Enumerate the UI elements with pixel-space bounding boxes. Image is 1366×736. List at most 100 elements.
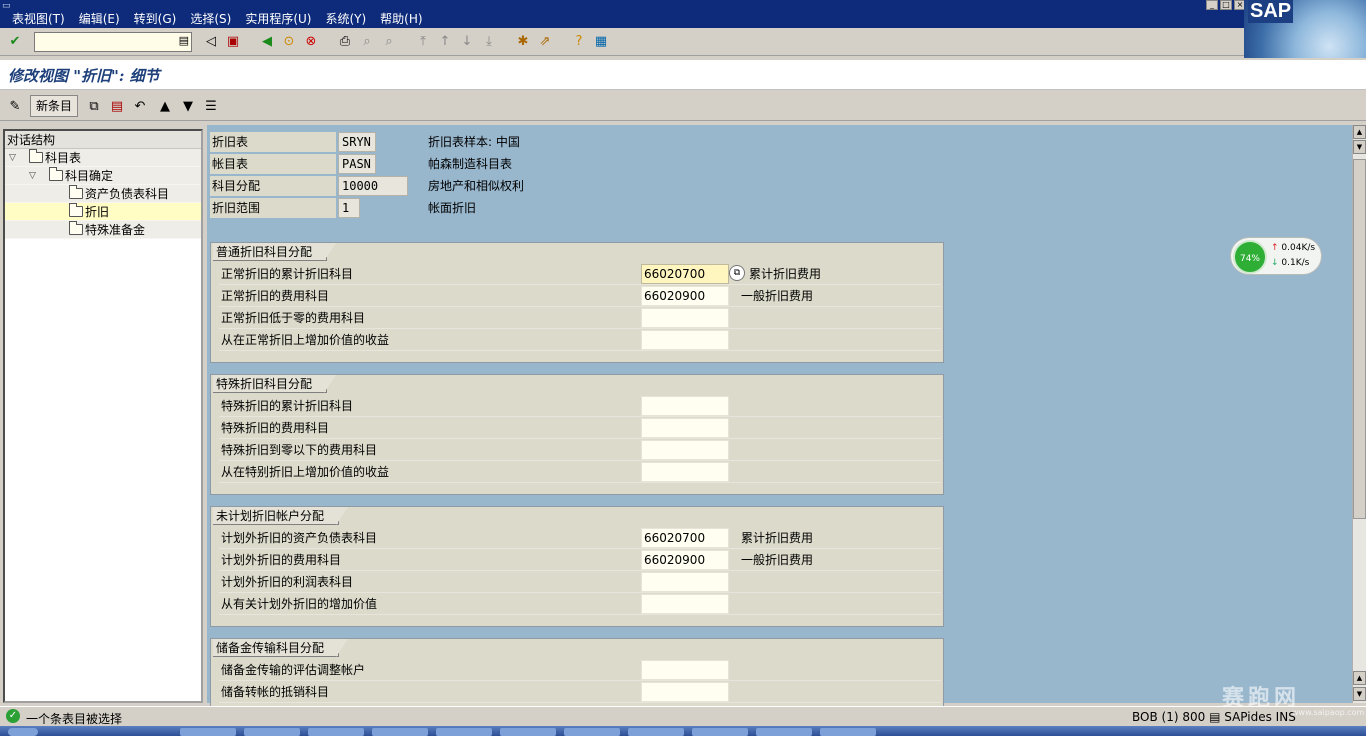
save-icon[interactable]: ▣ [224,33,242,51]
back-small-icon[interactable]: ◁ [202,33,220,51]
delete-icon[interactable]: ▤ [107,96,127,116]
print-icon[interactable]: ⎙ [336,33,354,51]
taskbar-item[interactable] [692,728,748,736]
previous-page-icon[interactable]: ↑ [436,33,454,51]
undo-change-icon[interactable]: ↶ [130,96,150,116]
minimize-icon[interactable]: _ [1206,0,1218,10]
special-below-zero-input[interactable] [641,440,729,460]
copy-as-icon[interactable]: ⧉ [84,96,104,116]
reserve-adjustment-input[interactable] [641,660,729,680]
unplanned-write-up-input[interactable] [641,594,729,614]
command-history-icon[interactable]: ▤ [179,34,189,47]
taskbar-item[interactable] [500,728,556,736]
chart-of-accounts-field[interactable]: PASN [338,154,376,174]
start-button[interactable] [8,728,38,736]
menu-item[interactable]: 系统(Y) [325,10,366,27]
unplanned-pl-account-input[interactable] [641,572,729,592]
form-row: 正常折旧的累计折旧科目 66020700 ⧉ 累计折旧费用 [219,263,941,285]
below-zero-expense-input[interactable] [641,308,729,328]
last-page-icon[interactable]: ⤓ [480,33,498,51]
taskbar-item[interactable] [372,728,428,736]
display-change-icon[interactable]: ✎ [5,96,25,116]
find-icon[interactable]: ⌕ [358,33,376,51]
account-determination-field[interactable]: 10000 [338,176,408,196]
write-up-revenue-input[interactable] [641,330,729,350]
acc-dep-account-input[interactable]: 66020700 [641,264,729,284]
menu-item[interactable]: 实用程序(U) [245,10,311,27]
download-speed: ↓ 0.1K/s [1271,258,1309,268]
new-entries-button[interactable]: 新条目 [30,95,78,117]
find-next-icon[interactable]: ⌕ [380,33,398,51]
cancel-icon[interactable]: ⊗ [302,33,320,51]
form-row: 计划外折旧的费用科目 66020900 一般折旧费用 [219,549,941,571]
taskbar-item[interactable] [308,728,364,736]
menu-item[interactable]: 表视图(T) [12,10,65,27]
taskbar-item[interactable] [564,728,620,736]
special-acc-dep-input[interactable] [641,396,729,416]
unplanned-expense-input[interactable]: 66020900 [641,550,729,570]
menu-item[interactable]: 选择(S) [190,10,231,27]
taskbar-item[interactable] [820,728,876,736]
scroll-down-icon[interactable]: ▲ [1353,671,1366,685]
taskbar-item[interactable] [756,728,812,736]
special-expense-input[interactable] [641,418,729,438]
back-icon[interactable]: ◀ [258,33,276,51]
help-icon[interactable]: ? [570,33,588,51]
variable-list-icon[interactable]: ☰ [201,96,221,116]
maximize-icon[interactable]: □ [1220,0,1232,10]
page-title: 修改视图 "折旧": 细节 [8,67,160,85]
dep-expense-account-input[interactable]: 66020900 [641,286,729,306]
field-label: 计划外折旧的利润表科目 [221,575,354,589]
field-description: 累计折旧费用 [749,267,822,281]
system-menu-icon[interactable]: ▭ [2,1,11,11]
tree-item-account-determination[interactable]: ▽ 科目确定 [5,167,201,185]
vertical-scrollbar[interactable]: ▲ ▼ ▲ ▼ [1352,125,1366,703]
previous-entry-icon[interactable]: ▲ [155,96,175,116]
network-speed-widget[interactable]: 74% ↑ 0.04K/s ↓ 0.1K/s [1230,237,1322,275]
depreciation-area-field[interactable]: 1 [338,198,360,218]
taskbar-item[interactable] [180,728,236,736]
chart-of-depreciation-field[interactable]: SRYN [338,132,376,152]
field-label: 从有关计划外折旧的增加价值 [221,597,378,611]
menu-item[interactable]: 编辑(E) [79,10,120,27]
next-page-icon[interactable]: ↓ [458,33,476,51]
exit-icon[interactable]: ⊙ [280,33,298,51]
taskbar-item[interactable] [244,728,300,736]
scroll-bottom-icon[interactable]: ▼ [1353,687,1366,701]
field-description: 一般折旧费用 [741,553,814,567]
usage-percent: 74% [1233,240,1267,274]
system-info[interactable]: BOB (1) 800 ▤ SAPides INS [1132,710,1296,724]
layout-menu-icon[interactable]: ▦ [592,33,610,51]
tree-item-balance-sheet-accounts[interactable]: 资产负债表科目 [5,185,201,203]
new-session-icon[interactable]: ✱ [514,33,532,51]
watermark-url: www.saipaop.com [1292,708,1365,717]
enter-icon[interactable]: ✔ [6,33,24,51]
first-page-icon[interactable]: ⤒ [414,33,432,51]
value-help-icon[interactable]: ⧉ [729,265,745,281]
form-row: 计划外折旧的利润表科目 [219,571,941,593]
taskbar-item[interactable] [436,728,492,736]
open-folder-icon [69,203,83,217]
reserve-offset-input[interactable] [641,682,729,702]
menu-item[interactable]: 转到(G) [134,10,177,27]
tree-item-depreciation[interactable]: 折旧 [5,203,201,221]
shortcut-icon[interactable]: ⇗ [536,33,554,51]
scroll-thumb[interactable] [1353,159,1366,519]
menu-item[interactable]: 帮助(H) [380,10,422,27]
special-write-up-input[interactable] [641,462,729,482]
taskbar-item[interactable] [628,728,684,736]
download-speed-value: 0.1K/s [1281,258,1310,268]
command-field[interactable]: ▤ [34,32,192,52]
scroll-up-icon[interactable]: ▼ [1353,140,1366,154]
scroll-top-icon[interactable]: ▲ [1353,125,1366,139]
collapse-icon[interactable]: ▽ [9,149,16,167]
tree-item-chart-of-accounts[interactable]: ▽ 科目表 [5,149,201,167]
unplanned-bs-account-input[interactable]: 66020700 [641,528,729,548]
tree-item-special-reserves[interactable]: 特殊准备金 [5,221,201,239]
next-entry-icon[interactable]: ▼ [178,96,198,116]
form-row: 储备转帐的抵销科目 [219,681,941,703]
field-label: 特殊折旧的累计折旧科目 [221,399,354,413]
status-message[interactable]: 一个条表目被选择 [26,710,122,727]
collapse-icon[interactable]: ▽ [29,167,36,185]
tree-item-label: 折旧 [85,205,110,219]
